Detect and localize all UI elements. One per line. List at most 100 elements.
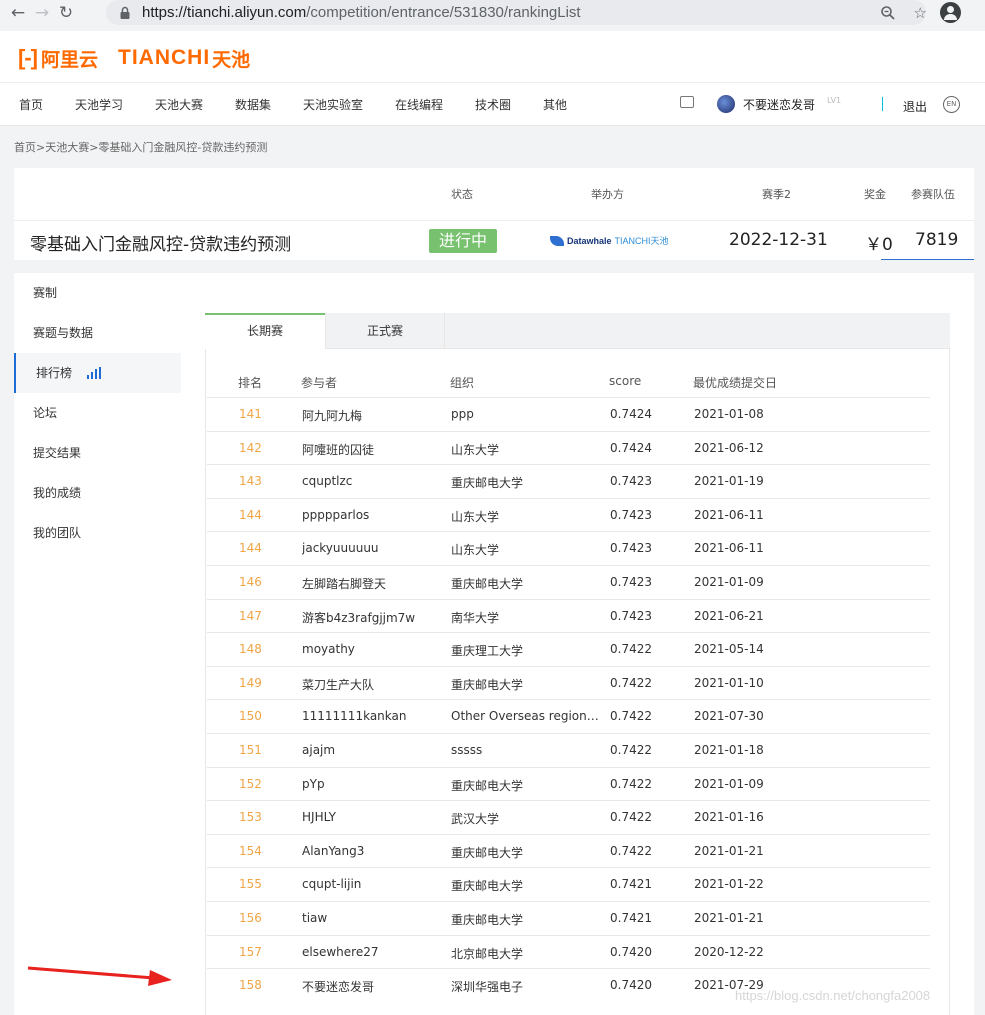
- cell-participant[interactable]: 阿嚏班的囚徒: [302, 441, 442, 458]
- cell-date: 2021-01-16: [694, 810, 764, 825]
- cell-rank: 143: [239, 474, 262, 489]
- cell-participant[interactable]: tiaw: [302, 911, 442, 925]
- team-count: 7819: [915, 230, 959, 250]
- table-row: 156 tiaw 重庆邮电大学 0.7421 2021-01-21: [207, 901, 930, 935]
- nav-item-coding[interactable]: 在线编程: [395, 96, 443, 113]
- cell-date: 2020-12-22: [694, 944, 764, 959]
- cell-organization: 重庆邮电大学: [451, 778, 524, 793]
- sidebar-item-my-score[interactable]: 我的成绩: [14, 473, 181, 513]
- cell-participant[interactable]: 游客b4z3rafgjjm7w: [302, 609, 442, 626]
- leaderboard-panel: 长期赛 正式赛 排名 参与者 组织 score 最优成绩提交日 141 阿九阿九梅…: [181, 273, 974, 1015]
- table-row: 141 阿九阿九梅 ppp 0.7424 2021-01-08: [207, 397, 930, 431]
- label-status: 状态: [451, 188, 473, 201]
- table-row: 143 cquptlzc 重庆邮电大学 0.7423 2021-01-19: [207, 464, 930, 498]
- table-row: 154 AlanYang3 重庆邮电大学 0.7422 2021-01-21: [207, 833, 930, 868]
- profile-icon[interactable]: [940, 2, 961, 23]
- message-icon[interactable]: [680, 96, 694, 108]
- teams-underline: [881, 259, 974, 260]
- header-rank: 排名: [238, 376, 263, 390]
- nav-item-tech[interactable]: 技术圈: [475, 96, 511, 113]
- annotation-arrow: [27, 966, 172, 986]
- aliyun-tianchi-logo[interactable]: [-] 阿里云 TIANCHI 天池: [18, 43, 250, 73]
- prize-value: ￥0: [865, 235, 893, 255]
- cell-score: 0.7420: [610, 944, 652, 959]
- cell-participant[interactable]: jackyuuuuuu: [302, 541, 442, 555]
- cell-participant[interactable]: moyathy: [302, 642, 442, 656]
- sidebar-item-leaderboard[interactable]: 排行榜: [14, 353, 181, 393]
- logo-aliyun: 阿里云: [40, 49, 98, 71]
- header-organization: 组织: [450, 376, 475, 390]
- bookmark-star-icon[interactable]: ☆: [914, 4, 927, 22]
- tab-official[interactable]: 正式赛: [325, 313, 445, 349]
- cell-rank: 150: [239, 709, 262, 724]
- cell-score: 0.7424: [610, 440, 652, 455]
- reload-icon[interactable]: ↻: [54, 1, 78, 25]
- cell-rank: 156: [239, 911, 262, 925]
- cell-rank: 146: [239, 575, 262, 589]
- sidebar-item-forum[interactable]: 论坛: [14, 393, 181, 433]
- browser-toolbar: ← → ↻ https://tianchi.aliyun.com/competi…: [0, 0, 985, 26]
- nav-item-competition[interactable]: 天池大赛: [155, 96, 203, 113]
- cell-score: 0.7422: [610, 843, 652, 858]
- cell-organization: 南华大学: [451, 610, 500, 625]
- sidebar-item-submit[interactable]: 提交结果: [14, 433, 181, 473]
- cell-score: 0.7421: [610, 911, 652, 925]
- table-row: 149 菜刀生产大队 重庆邮电大学 0.7422 2021-01-10: [207, 665, 930, 700]
- cell-participant[interactable]: cqupt-lijin: [302, 877, 442, 891]
- cell-date: 2021-01-21: [694, 843, 764, 858]
- language-icon[interactable]: EN: [943, 96, 960, 113]
- cell-date: 2021-01-09: [694, 575, 764, 589]
- status-badge: 进行中: [429, 229, 497, 253]
- cell-organization: 重庆邮电大学: [451, 677, 524, 692]
- cell-date: 2021-07-30: [694, 709, 764, 724]
- cell-rank: 152: [239, 776, 262, 791]
- breadcrumb[interactable]: 首页>天池大赛>零基础入门金融风控-贷款违约预测: [14, 139, 267, 155]
- cell-date: 2021-01-08: [694, 407, 764, 421]
- nav-item-learn[interactable]: 天池学习: [75, 96, 123, 113]
- sidebar-item-rules[interactable]: 赛制: [14, 273, 181, 313]
- cell-participant[interactable]: 11111111kankan: [302, 709, 442, 723]
- cell-participant[interactable]: 阿九阿九梅: [302, 407, 442, 424]
- forward-icon[interactable]: →: [30, 1, 54, 25]
- cell-participant[interactable]: cquptlzc: [302, 474, 442, 488]
- cell-participant[interactable]: elsewhere27: [302, 945, 442, 959]
- user-name[interactable]: 不要迷恋发哥: [743, 96, 815, 113]
- sidebar-item-my-team[interactable]: 我的团队: [14, 513, 181, 553]
- logo-bracket: [-]: [18, 45, 38, 70]
- cell-participant[interactable]: AlanYang3: [302, 844, 442, 858]
- nav-item-dataset[interactable]: 数据集: [235, 96, 271, 113]
- organizer-sub: TIANCHI天池: [614, 236, 669, 246]
- cell-participant[interactable]: 菜刀生产大队: [302, 676, 442, 693]
- table-row: 147 游客b4z3rafgjjm7w 南华大学 0.7423 2021-06-21: [207, 598, 930, 633]
- competition-title: 零基础入门金融风控-贷款违约预测: [30, 235, 292, 255]
- nav-item-lab[interactable]: 天池实验室: [303, 96, 363, 113]
- cell-participant[interactable]: 不要迷恋发哥: [302, 978, 442, 995]
- table-row: 157 elsewhere27 北京邮电大学 0.7420 2020-12-22: [207, 934, 930, 969]
- nav-item-other[interactable]: 其他: [543, 96, 567, 113]
- back-icon[interactable]: ←: [6, 1, 30, 25]
- cell-score: 0.7424: [610, 407, 652, 421]
- nav-item-home[interactable]: 首页: [19, 96, 43, 113]
- cell-score: 0.7423: [610, 541, 652, 556]
- cell-participant[interactable]: 左脚踏右脚登天: [302, 575, 442, 592]
- cell-participant[interactable]: ajajm: [302, 743, 442, 757]
- cell-participant[interactable]: HJHLY: [302, 810, 442, 824]
- address-bar[interactable]: https://tianchi.aliyun.com/competition/e…: [106, 0, 926, 25]
- cell-score: 0.7422: [610, 810, 652, 825]
- cell-organization: 重庆邮电大学: [451, 845, 524, 860]
- watermark: https://blog.csdn.net/chongfa2008: [735, 988, 931, 1003]
- datawhale-icon: [550, 235, 564, 246]
- cell-rank: 142: [239, 440, 262, 455]
- header-date: 最优成绩提交日: [693, 376, 778, 390]
- avatar[interactable]: [717, 95, 735, 113]
- logout-link[interactable]: 退出: [903, 98, 927, 115]
- cell-score: 0.7423: [610, 507, 652, 522]
- cell-participant[interactable]: ppppparlos: [302, 508, 442, 522]
- sidebar-item-label: 排行榜: [36, 366, 73, 380]
- zoom-icon[interactable]: [880, 5, 896, 21]
- table-row: 152 pYp 重庆邮电大学 0.7422 2021-01-09: [207, 766, 930, 801]
- url-host: https://tianchi.aliyun.com: [142, 4, 307, 21]
- tab-long-term[interactable]: 长期赛: [205, 313, 325, 350]
- sidebar-item-data[interactable]: 赛题与数据: [14, 313, 181, 353]
- cell-participant[interactable]: pYp: [302, 777, 442, 791]
